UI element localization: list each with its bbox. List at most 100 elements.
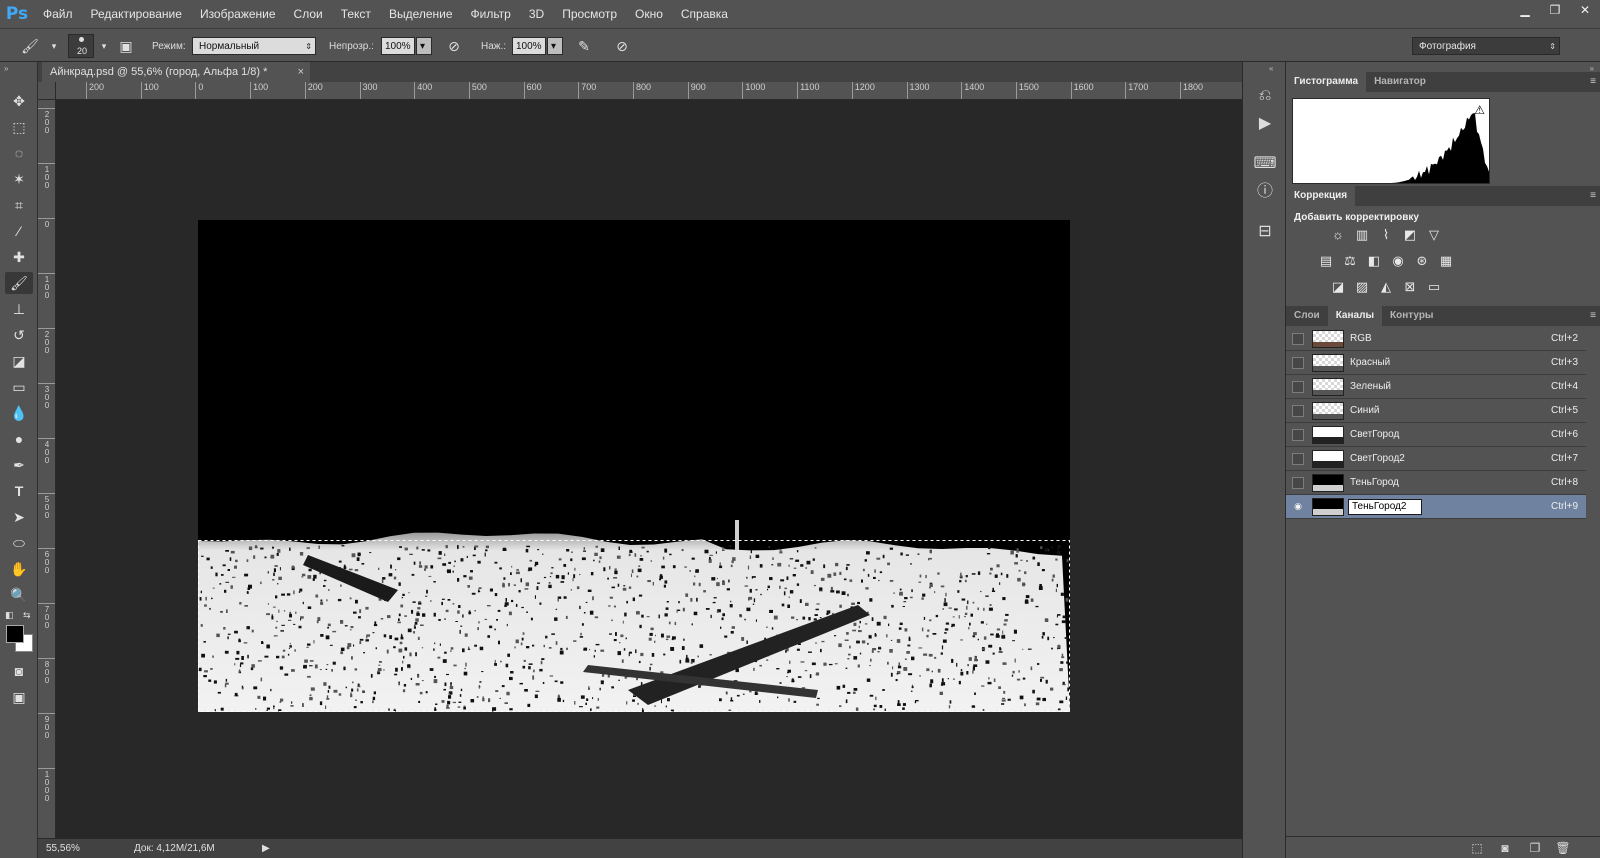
curves-icon[interactable]: ⌇ (1376, 226, 1396, 244)
black-white-icon[interactable]: ◧ (1364, 252, 1384, 270)
pen-tool-icon[interactable]: ✒ (5, 454, 33, 476)
move-tool-icon[interactable]: ✥ (5, 90, 33, 112)
crop-tool-icon[interactable]: ⌗ (5, 194, 33, 216)
workspace-select[interactable]: Фотография ⇕ (1412, 37, 1560, 55)
load-selection-icon[interactable]: ⬚ (1468, 840, 1486, 856)
brush-size-dropdown-icon[interactable]: ▾ (94, 37, 114, 55)
default-colors-icon[interactable]: ◧ (5, 610, 14, 621)
tab-navigator[interactable]: Навигатор (1366, 72, 1434, 92)
menu-item-3[interactable]: Слои (285, 0, 332, 28)
actions-panel-icon[interactable]: ▶ (1253, 112, 1277, 136)
zoom-field[interactable]: 55,56% (46, 841, 80, 857)
menu-item-10[interactable]: Справка (672, 0, 737, 28)
opacity-pressure-icon[interactable]: ⊘ (444, 37, 464, 55)
vibrance-icon[interactable]: ▽ (1424, 226, 1444, 244)
tab-channels[interactable]: Каналы (1327, 306, 1382, 326)
document-image[interactable] (198, 220, 1070, 712)
document-tab[interactable]: Айнкрад.psd @ 55,6% (город, Альфа 1/8) *… (42, 62, 310, 82)
foreground-color-swatch[interactable] (6, 625, 24, 643)
channel-row[interactable]: RGB Ctrl+2 (1286, 327, 1586, 351)
eraser-tool-icon[interactable]: ◪ (5, 350, 33, 372)
channel-row[interactable]: ТеньГород Ctrl+8 (1286, 471, 1586, 495)
dodge-tool-icon[interactable]: ● (5, 428, 33, 450)
lasso-tool-icon[interactable]: ◌ (5, 142, 33, 164)
menu-item-1[interactable]: Редактирование (82, 0, 191, 28)
character-panel-icon[interactable]: ⌨ (1253, 152, 1277, 176)
posterize-icon[interactable]: ▨ (1352, 278, 1372, 296)
channel-row[interactable]: СветГород2 Ctrl+7 (1286, 447, 1586, 471)
menu-item-7[interactable]: 3D (520, 0, 553, 28)
magic-wand-tool-icon[interactable]: ✶ (5, 168, 33, 190)
opacity-input[interactable]: 100% (381, 37, 415, 55)
zoom-tool-icon[interactable]: 🔍 (5, 584, 33, 606)
screen-mode-icon[interactable]: ▣ (5, 686, 33, 708)
visibility-eye-icon[interactable] (1292, 477, 1304, 489)
marquee-tool-icon[interactable]: ⬚ (5, 116, 33, 138)
trash-icon[interactable]: 🗑 (1554, 840, 1572, 856)
path-selection-tool-icon[interactable]: ➤ (5, 506, 33, 528)
type-tool-icon[interactable]: T (5, 480, 33, 502)
clone-stamp-tool-icon[interactable]: ⊥ (5, 298, 33, 320)
restore-button[interactable]: ❐ (1540, 0, 1570, 20)
visibility-eye-icon[interactable] (1292, 405, 1304, 417)
mode-select[interactable]: Нормальный ⇕ (192, 37, 316, 55)
threshold-icon[interactable]: ◭ (1376, 278, 1396, 296)
ruler-origin[interactable] (38, 82, 56, 100)
opacity-dropdown[interactable]: ▾ (416, 37, 432, 55)
preset-dropdown-icon[interactable]: ▾ (44, 37, 64, 55)
vertical-ruler[interactable]: 2 0 0 1 0 0 0 1 0 0 2 0 0 3 0 0 4 0 0 5 0 0 6 0 … (38, 100, 56, 838)
channel-row[interactable]: СветГород Ctrl+6 (1286, 423, 1586, 447)
channel-name-input[interactable]: ТеньГород2 (1348, 499, 1422, 515)
pressure-dropdown[interactable]: ▾ (547, 37, 563, 55)
healing-brush-tool-icon[interactable]: ✚ (5, 246, 33, 268)
visibility-eye-icon[interactable] (1292, 381, 1304, 393)
panel-menu-icon[interactable]: ≡ (1590, 306, 1596, 326)
collapse-toolbar-icon[interactable]: » (4, 64, 8, 73)
brush-tool-icon[interactable]: 🖌 (5, 272, 33, 294)
minimize-button[interactable]: ▁ (1510, 0, 1540, 20)
visibility-eye-icon[interactable]: ◉ (1292, 501, 1304, 513)
visibility-eye-icon[interactable] (1292, 333, 1304, 345)
tablet-pressure-size-icon[interactable]: ⊘ (612, 37, 632, 55)
gradient-map-icon[interactable]: ▭ (1424, 278, 1444, 296)
tab-layers[interactable]: Слои (1286, 306, 1328, 326)
eyedropper-tool-icon[interactable]: ⁄ (5, 220, 33, 242)
menu-item-2[interactable]: Изображение (191, 0, 285, 28)
channel-mixer-icon[interactable]: ⊛ (1412, 252, 1432, 270)
hand-tool-icon[interactable]: ✋ (5, 558, 33, 580)
blur-tool-icon[interactable]: 💧 (5, 402, 33, 424)
tool-presets-panel-icon[interactable]: ⊟ (1253, 220, 1277, 244)
pressure-input[interactable]: 100% (512, 37, 546, 55)
close-button[interactable]: ✕ (1570, 0, 1600, 20)
invert-icon[interactable]: ◪ (1328, 278, 1348, 296)
menu-item-4[interactable]: Текст (332, 0, 380, 28)
color-lookup-icon[interactable]: ▦ (1436, 252, 1456, 270)
channel-row[interactable]: ◉ ТеньГород2 Ctrl+9 (1286, 495, 1586, 519)
channel-row[interactable]: Зеленый Ctrl+4 (1286, 375, 1586, 399)
tab-histogram[interactable]: Гистограмма (1286, 72, 1367, 92)
warning-icon[interactable]: ⚠ (1474, 103, 1485, 117)
photo-filter-icon[interactable]: ◉ (1388, 252, 1408, 270)
menu-item-5[interactable]: Выделение (380, 0, 462, 28)
visibility-eye-icon[interactable] (1292, 357, 1304, 369)
airbrush-icon[interactable]: ✎ (574, 37, 594, 55)
horizontal-ruler[interactable]: 200 100 0 100 200 300 400 500 600 700 800 900 1000 11… (56, 82, 1242, 100)
exposure-icon[interactable]: ◩ (1400, 226, 1420, 244)
save-selection-icon[interactable]: ◙ (1496, 840, 1514, 856)
swap-colors-icon[interactable]: ⇆ (23, 610, 31, 621)
brightness-contrast-icon[interactable]: ☼ (1328, 226, 1348, 244)
visibility-eye-icon[interactable] (1292, 453, 1304, 465)
hue-saturation-icon[interactable]: ▤ (1316, 252, 1336, 270)
close-icon[interactable]: × (298, 62, 304, 82)
brush-panel-toggle-icon[interactable]: ▣ (116, 37, 136, 55)
tab-correction[interactable]: Коррекция (1286, 186, 1356, 206)
canvas-workspace[interactable] (56, 100, 1242, 838)
menu-item-0[interactable]: Файл (34, 0, 82, 28)
menu-item-8[interactable]: Просмотр (553, 0, 626, 28)
quick-mask-icon[interactable]: ◙ (5, 660, 33, 682)
history-panel-icon[interactable]: ⎌ (1253, 84, 1277, 108)
channel-row[interactable]: Синий Ctrl+5 (1286, 399, 1586, 423)
visibility-eye-icon[interactable] (1292, 429, 1304, 441)
brush-preset-icon[interactable]: 🖌 (20, 37, 40, 55)
status-menu-arrow-icon[interactable]: ▶ (262, 841, 270, 857)
